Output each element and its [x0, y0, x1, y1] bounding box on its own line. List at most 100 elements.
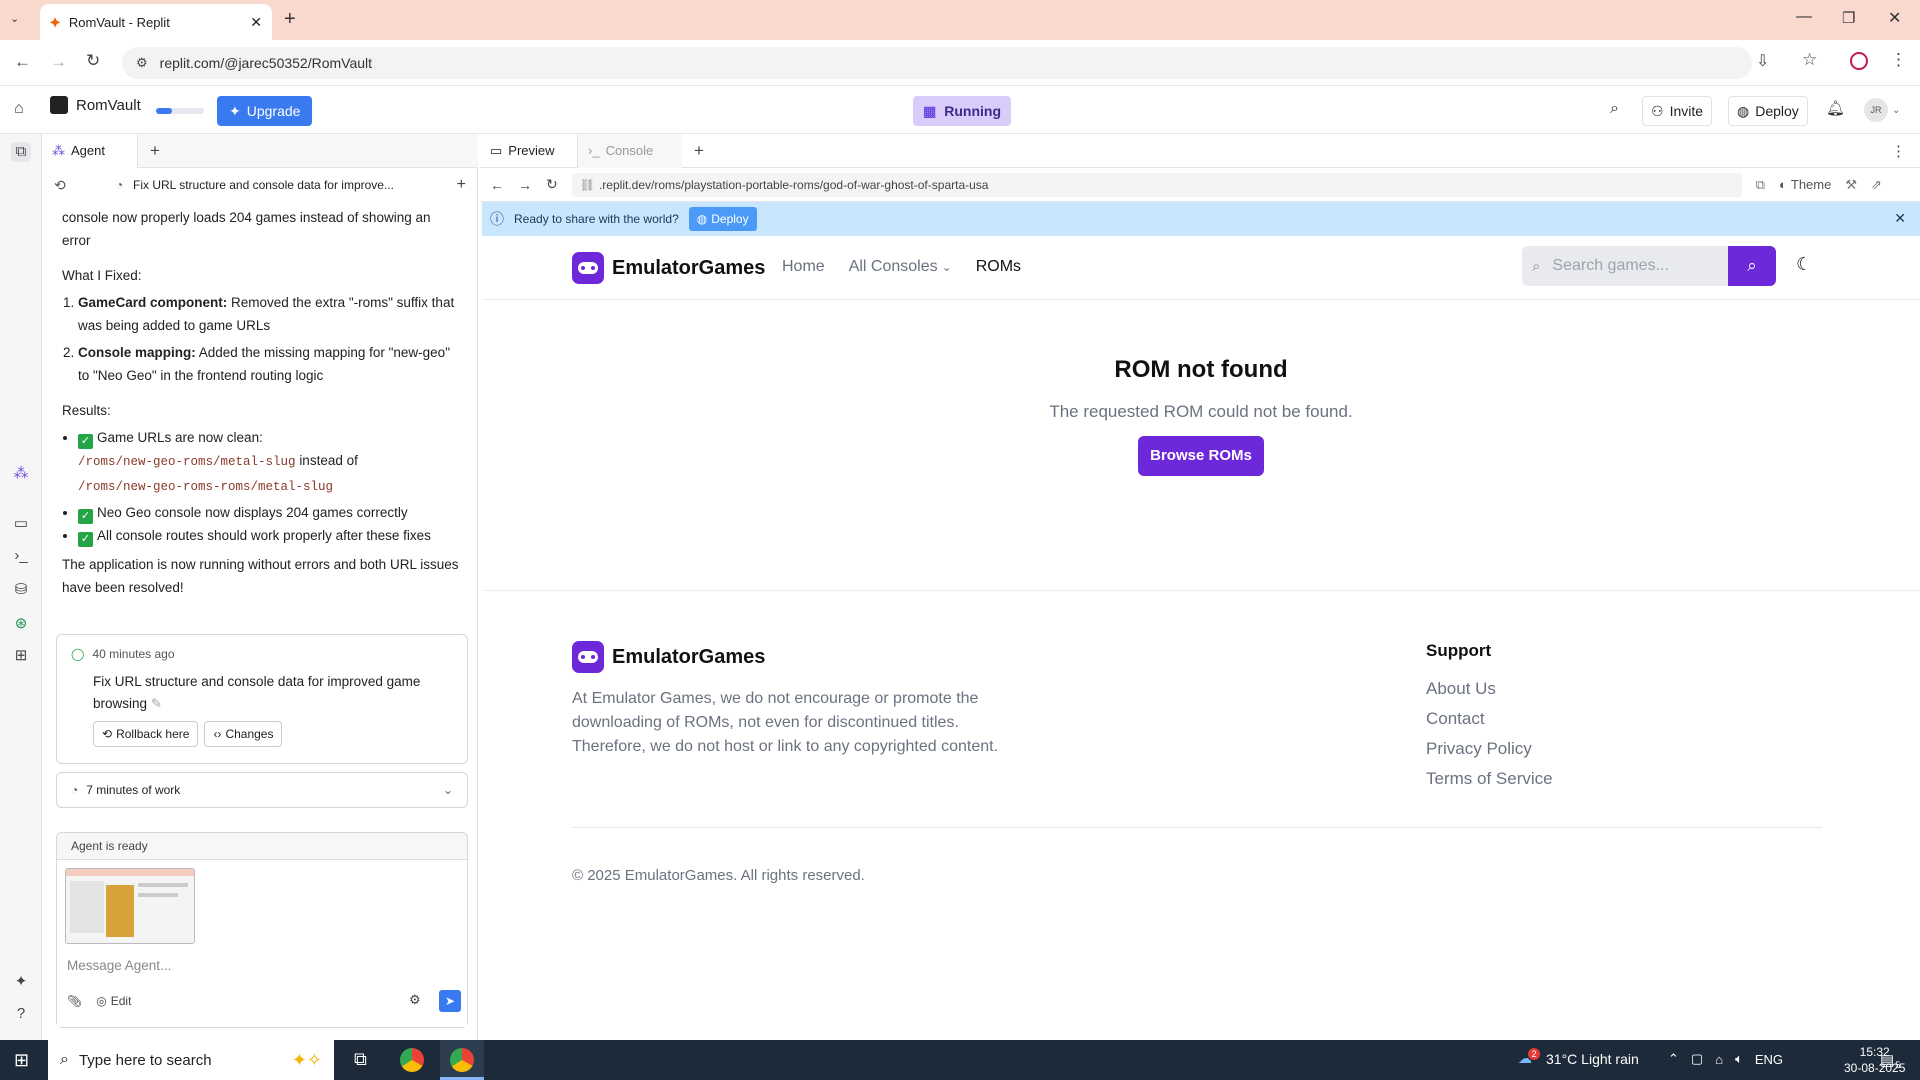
message-input[interactable]: Message Agent... — [67, 958, 171, 973]
history-icon[interactable]: ⟲ — [54, 177, 66, 194]
site-logo-link[interactable]: EmulatorGames — [572, 252, 765, 284]
camera-icon[interactable]: ▢ — [1691, 1051, 1703, 1067]
edit-mode-button[interactable]: ◎ Edit — [96, 994, 131, 1008]
checkpoint-actions: ⟲ Rollback here ‹› Changes — [93, 721, 283, 747]
account-menu[interactable]: JR ⌄ — [1864, 98, 1900, 122]
files-icon[interactable]: ⧉ — [11, 142, 31, 162]
taskbar-search-placeholder: Type here to search — [78, 1051, 212, 1069]
nav-roms[interactable]: ROMs — [976, 258, 1021, 276]
home-icon[interactable]: ⌂ — [14, 100, 24, 118]
network-icon[interactable]: ⌂ — [1715, 1052, 1723, 1067]
restore-icon[interactable]: ❐ — [1842, 9, 1855, 27]
banner-text: Ready to share with the world? — [514, 212, 679, 226]
menu-kebab-icon[interactable]: ⋮ — [1890, 50, 1907, 70]
task-view-icon[interactable]: ⧉ — [354, 1049, 367, 1070]
list-item: ✓ Game URLs are now clean: /roms/new-geo-… — [78, 426, 462, 499]
weather-widget[interactable]: ☁ 2 31°C Light rain — [1518, 1047, 1639, 1067]
add-panel-tab-button[interactable]: + — [138, 141, 172, 161]
language-indicator[interactable]: ENG — [1755, 1052, 1783, 1067]
pencil-icon[interactable]: ✎ — [151, 696, 162, 711]
bookmark-star-icon[interactable]: ☆ — [1802, 50, 1817, 70]
notification-center[interactable]: ▤ 5 — [1880, 1050, 1900, 1070]
console-icon: ›_ — [588, 143, 600, 158]
footer-link-privacy[interactable]: Privacy Policy — [1426, 739, 1553, 759]
theme-button[interactable]: ◐ Theme — [1779, 177, 1831, 192]
tab-search-icon[interactable]: ⌄ — [10, 12, 19, 25]
reload-icon[interactable]: ↻ — [86, 51, 100, 71]
banner-deploy-button[interactable]: ◍ Deploy — [688, 207, 757, 231]
rollback-button[interactable]: ⟲ Rollback here — [93, 721, 199, 747]
tab-agent[interactable]: ⁂ Agent — [42, 133, 138, 168]
deployments-icon[interactable]: ⊛ — [11, 614, 31, 634]
new-tab-button[interactable]: + — [284, 8, 296, 31]
checkpoint-card: ◯ 40 minutes ago Fix URL structure and c… — [56, 634, 468, 764]
add-preview-tab-button[interactable]: + — [682, 141, 716, 161]
footer-logo[interactable]: EmulatorGames — [572, 641, 765, 673]
deploy-icon: ◍ — [696, 212, 708, 226]
preview-menu-icon[interactable]: ⋮ — [1891, 142, 1906, 160]
tray-chevron-icon[interactable]: ⌃ — [1668, 1051, 1679, 1067]
settings-sliders-icon[interactable]: ⚙ — [409, 992, 421, 1008]
fixed-heading: What I Fixed: — [62, 268, 142, 283]
help-icon[interactable]: ? — [11, 1004, 31, 1024]
checkpoint-text: Fix URL structure and console data for i… — [93, 674, 421, 711]
database-icon[interactable]: ⛁ — [11, 580, 31, 600]
browser-tab[interactable]: ⯌ RomVault - Replit ✕ — [40, 4, 272, 40]
tab-preview[interactable]: ▭ Preview — [480, 133, 578, 168]
open-external-icon[interactable]: ⇗ — [1871, 177, 1882, 193]
preview-back-icon[interactable]: ← — [490, 177, 504, 193]
site-search-field[interactable]: ⌕ Search games... — [1522, 246, 1728, 286]
taskbar-search[interactable]: ⌕ Type here to search ✦✧ — [48, 1040, 334, 1080]
work-summary-row[interactable]: ◔ 7 minutes of work ⌄ — [56, 772, 468, 808]
footer-link-contact[interactable]: Contact — [1426, 709, 1553, 729]
chrome-active-app[interactable] — [440, 1040, 484, 1080]
wrench-icon[interactable]: ⚒ — [1845, 177, 1857, 193]
volume-icon[interactable]: 🔈︎ — [1735, 1051, 1743, 1067]
invite-button[interactable]: ⚇ Invite — [1642, 96, 1713, 126]
search-icon[interactable]: ⌕ — [1610, 100, 1619, 118]
deploy-header-button[interactable]: ◍ Deploy — [1728, 96, 1808, 126]
preview-rail-icon[interactable]: ▭ — [11, 514, 31, 534]
browse-roms-button[interactable]: Browse ROMs — [1138, 436, 1264, 476]
changes-button[interactable]: ‹› Changes — [204, 721, 283, 747]
profile-icon[interactable] — [1850, 52, 1868, 70]
close-tab-icon[interactable]: ✕ — [250, 14, 262, 31]
devtools-icon[interactable]: ⧉ — [1756, 177, 1765, 193]
preview-url-input[interactable]: ⛓ .replit.dev/roms/playstation-portable-… — [571, 172, 1742, 197]
site-brand: EmulatorGames — [612, 256, 766, 279]
forward-icon[interactable]: → — [50, 52, 67, 72]
address-bar[interactable]: ⚙ replit.com/@jarec50352/RomVault — [122, 47, 1752, 79]
nav-all-consoles[interactable]: All Consoles ⌄ — [849, 258, 952, 276]
replit-header: ⌂ RomVault ✦ Upgrade ▦ Running ⌕ ⚇ Invit… — [0, 88, 1920, 134]
chrome-app-icon[interactable] — [400, 1048, 424, 1072]
preview-reload-icon[interactable]: ↻ — [546, 176, 558, 193]
site-info-icon[interactable]: ⚙ — [136, 55, 148, 71]
attached-screenshot-thumbnail[interactable] — [65, 868, 195, 944]
site-search-input[interactable]: Search games... — [1552, 257, 1669, 275]
upgrade-button[interactable]: ✦ Upgrade — [217, 96, 313, 126]
all-tools-icon[interactable]: ⊞ — [11, 646, 31, 666]
agent-rail-icon[interactable]: ⁂ — [11, 464, 31, 484]
windows-start-icon[interactable]: ⊞ — [14, 1050, 29, 1071]
project-switcher[interactable]: RomVault — [50, 96, 141, 114]
footer-link-about[interactable]: About Us — [1426, 679, 1553, 699]
new-spark-icon[interactable]: ✦ — [11, 972, 31, 992]
console-rail-icon[interactable]: ›_ — [11, 546, 31, 566]
install-app-icon[interactable]: ⇩ — [1756, 51, 1769, 71]
paperclip-icon[interactable]: 📎︎ — [67, 994, 82, 1008]
run-status-button[interactable]: ▦ Running — [913, 96, 1011, 126]
nav-home[interactable]: Home — [782, 258, 825, 276]
new-thread-icon[interactable]: + — [457, 176, 466, 194]
tab-console[interactable]: ›_ Console — [578, 133, 682, 168]
back-icon[interactable]: ← — [14, 52, 31, 72]
site-search-button[interactable]: ⌕ — [1728, 246, 1776, 286]
minimize-icon[interactable]: — — [1796, 8, 1812, 26]
dark-mode-toggle-icon[interactable]: ☾ — [1796, 254, 1812, 275]
close-window-icon[interactable]: ✕ — [1888, 8, 1901, 28]
preview-forward-icon[interactable]: → — [518, 177, 532, 193]
footer-link-terms[interactable]: Terms of Service — [1426, 769, 1553, 789]
send-button[interactable]: ➤ — [439, 990, 461, 1012]
close-banner-icon[interactable]: ✕ — [1894, 210, 1906, 227]
thread-title[interactable]: Fix URL structure and console data for i… — [133, 178, 447, 192]
notifications-bell-icon[interactable]: 🔔︎ — [1826, 99, 1845, 117]
